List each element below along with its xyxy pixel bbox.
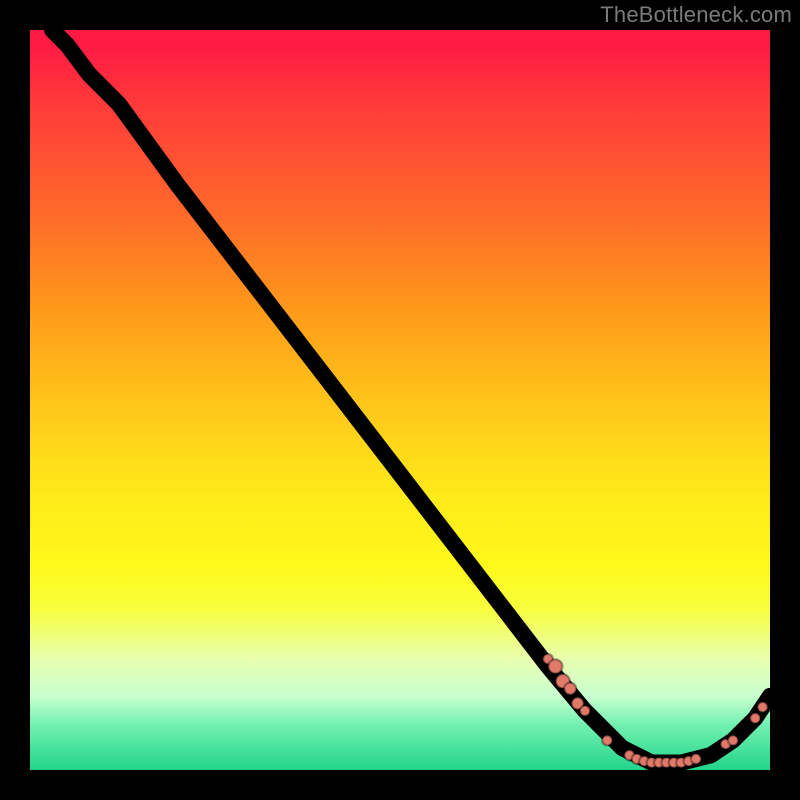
plot-area: [30, 30, 770, 770]
data-point: [548, 659, 562, 673]
curve-svg: [30, 30, 770, 770]
data-point: [750, 713, 760, 723]
data-point: [758, 702, 768, 712]
chart-frame: TheBottleneck.com: [0, 0, 800, 800]
data-point: [602, 735, 612, 745]
data-point: [580, 706, 590, 716]
data-point: [564, 683, 576, 695]
data-point: [691, 754, 701, 764]
data-point: [728, 735, 738, 745]
bottleneck-curve: [52, 30, 770, 763]
watermark-text: TheBottleneck.com: [600, 2, 792, 28]
